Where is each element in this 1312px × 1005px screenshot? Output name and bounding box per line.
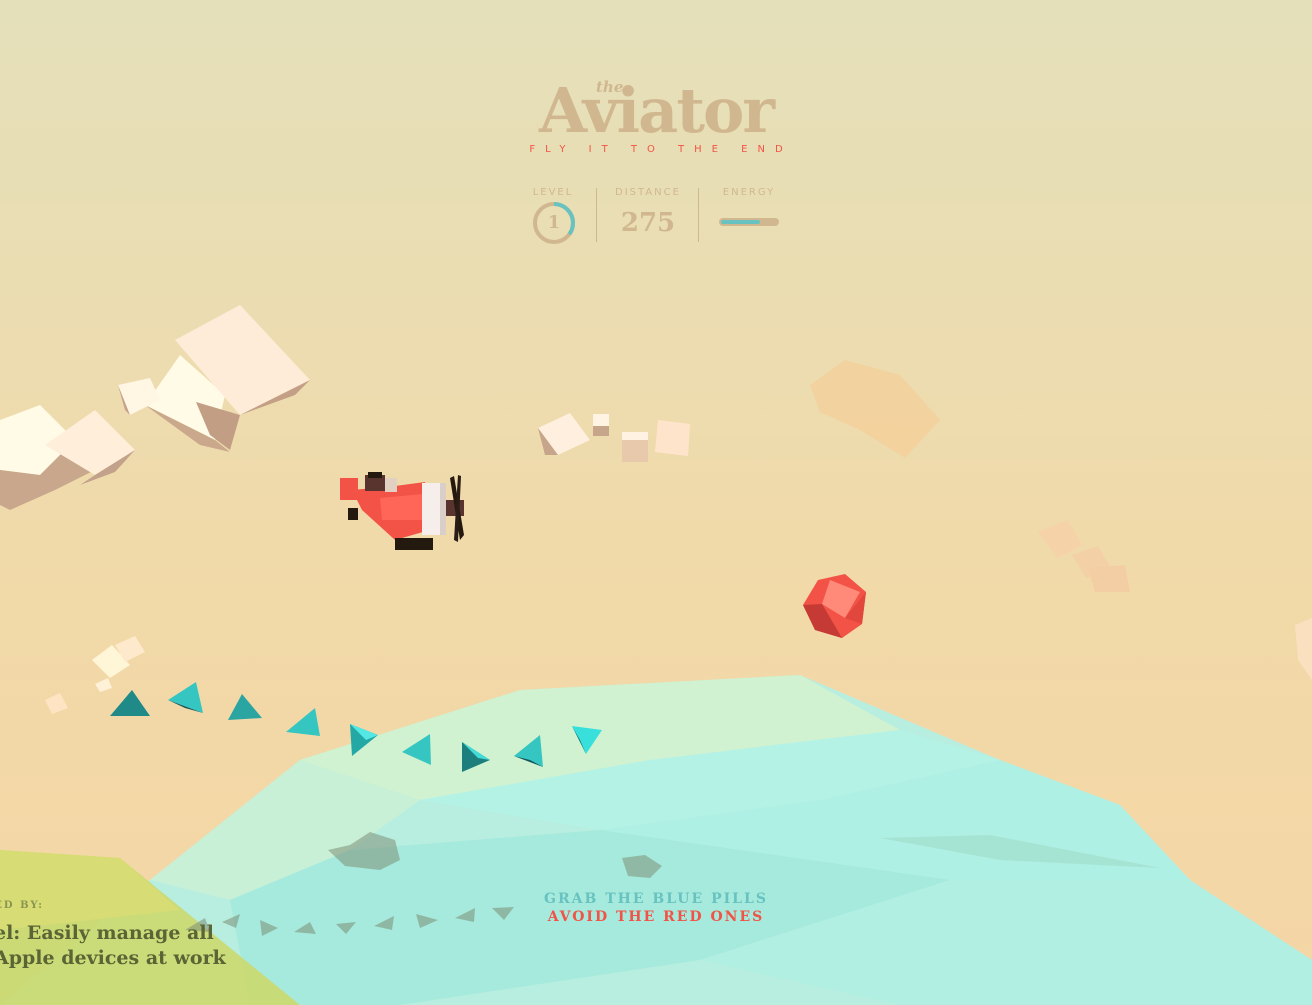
sponsor-line-1[interactable]: el: Easily manage all xyxy=(0,921,226,946)
blue-pill xyxy=(110,690,150,716)
energy-bar xyxy=(719,218,779,226)
blue-pill xyxy=(286,708,320,736)
red-enemy-obstacle xyxy=(803,574,866,638)
sponsor-block[interactable]: RED BY: el: Easily manage all Apple devi… xyxy=(0,900,226,971)
stats-divider xyxy=(698,188,699,242)
sponsor-label: RED BY: xyxy=(0,900,44,911)
cloud-right-far xyxy=(810,360,940,458)
distance-label: DISTANCE xyxy=(615,187,681,198)
game-subtitle: FLY IT TO THE END xyxy=(529,144,793,155)
energy-fill xyxy=(721,220,761,224)
blue-pill xyxy=(228,694,262,720)
blue-pill xyxy=(168,682,203,713)
cloud-center xyxy=(538,413,690,462)
player-airplane[interactable] xyxy=(340,472,464,550)
cloud-left xyxy=(0,305,310,510)
sponsor-line-2[interactable]: Apple devices at work xyxy=(0,946,226,971)
game-title: Aviator xyxy=(539,74,775,147)
distance-value: 275 xyxy=(620,208,676,238)
energy-label: ENERGY xyxy=(722,187,776,198)
cloud-right xyxy=(1038,520,1312,680)
level-value: 1 xyxy=(547,212,561,233)
level-label: LEVEL xyxy=(532,187,574,198)
stats-divider xyxy=(596,188,597,242)
